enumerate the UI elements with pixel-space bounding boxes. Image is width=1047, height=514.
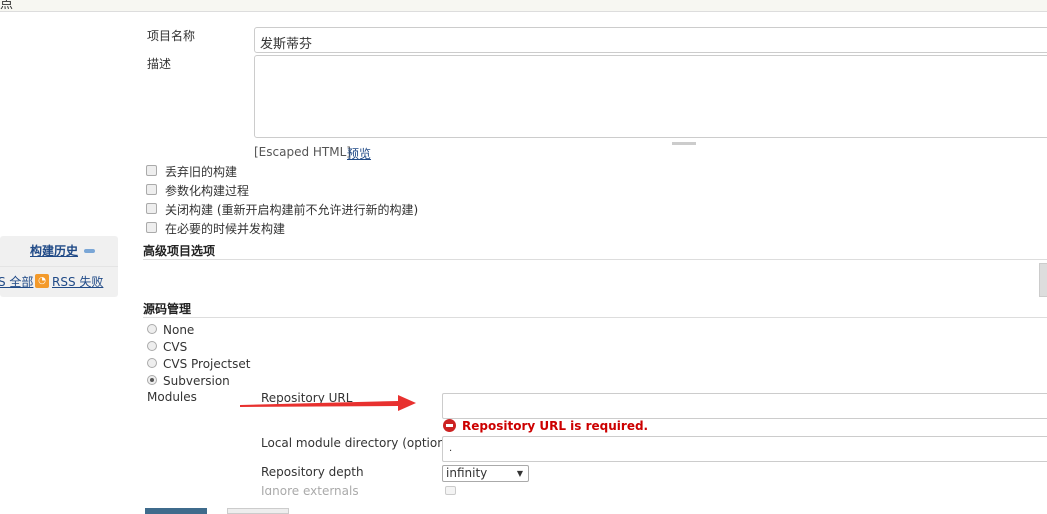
divider bbox=[143, 317, 1047, 318]
save-button[interactable] bbox=[145, 508, 207, 514]
radio-label: None bbox=[163, 323, 195, 337]
project-name-input[interactable]: 发斯蒂芬 bbox=[254, 27, 1047, 53]
description-textarea[interactable] bbox=[254, 55, 1047, 138]
radio[interactable] bbox=[147, 341, 157, 351]
checkbox-label: 参数化构建过程 bbox=[165, 184, 250, 198]
local-dir-input[interactable]: . bbox=[442, 436, 1047, 462]
rss-icon: ◔ bbox=[35, 274, 49, 288]
apply-button[interactable] bbox=[227, 508, 289, 514]
rss-all-link[interactable]: S 全部 bbox=[0, 273, 33, 290]
radio[interactable] bbox=[147, 324, 157, 334]
advanced-options-title: 高级项目选项 bbox=[143, 244, 216, 258]
escaped-html-note: [Escaped HTML] bbox=[254, 145, 351, 159]
build-history-link[interactable]: 构建历史 bbox=[30, 242, 78, 259]
repo-url-input[interactable] bbox=[442, 393, 1047, 419]
red-arrow-annotation bbox=[240, 395, 416, 411]
checkbox-label: 在必要的时候并发构建 bbox=[165, 222, 286, 236]
divider bbox=[0, 266, 118, 267]
error-icon bbox=[443, 419, 456, 432]
collapse-icon[interactable] bbox=[84, 249, 95, 253]
depth-label: Repository depth bbox=[261, 465, 364, 479]
checkbox-label: 丢弃旧的构建 bbox=[165, 165, 238, 179]
description-label: 描述 bbox=[147, 57, 172, 71]
radio[interactable] bbox=[147, 375, 157, 385]
page-title: 点 bbox=[0, 0, 14, 12]
depth-select[interactable]: infinity ▼ bbox=[442, 465, 529, 482]
radio[interactable] bbox=[147, 358, 157, 368]
checkbox[interactable] bbox=[146, 203, 157, 214]
ignore-externals-checkbox[interactable] bbox=[445, 486, 456, 495]
project-name-label: 项目名称 bbox=[147, 29, 196, 43]
top-bar: 点 bbox=[0, 0, 1047, 12]
local-dir-label: Local module directory (optional) bbox=[261, 436, 461, 450]
build-history-panel: 构建历史 S 全部 ◔ RSS 失败 bbox=[0, 236, 118, 297]
chevron-down-icon: ▼ bbox=[516, 469, 523, 478]
repo-url-error: Repository URL is required. bbox=[462, 419, 649, 433]
resize-handle[interactable] bbox=[672, 142, 696, 145]
checkbox[interactable] bbox=[146, 222, 157, 233]
radio-label: CVS bbox=[163, 340, 188, 354]
checkbox[interactable] bbox=[146, 165, 157, 176]
radio-label: CVS Projectset bbox=[163, 357, 251, 371]
scm-title: 源码管理 bbox=[143, 302, 192, 316]
rss-fail-link[interactable]: RSS 失败 bbox=[52, 273, 103, 290]
depth-value: infinity bbox=[446, 466, 488, 480]
modules-label: Modules bbox=[147, 390, 197, 404]
checkbox-label: 关闭构建 (重新开启构建前不允许进行新的构建) bbox=[165, 203, 419, 217]
checkbox[interactable] bbox=[146, 184, 157, 195]
ignore-externals-label: Ignore externals bbox=[261, 484, 359, 495]
advanced-button[interactable] bbox=[1039, 263, 1047, 297]
radio-label: Subversion bbox=[163, 374, 230, 388]
divider bbox=[143, 259, 1047, 260]
preview-link[interactable]: 预览 bbox=[347, 145, 371, 162]
